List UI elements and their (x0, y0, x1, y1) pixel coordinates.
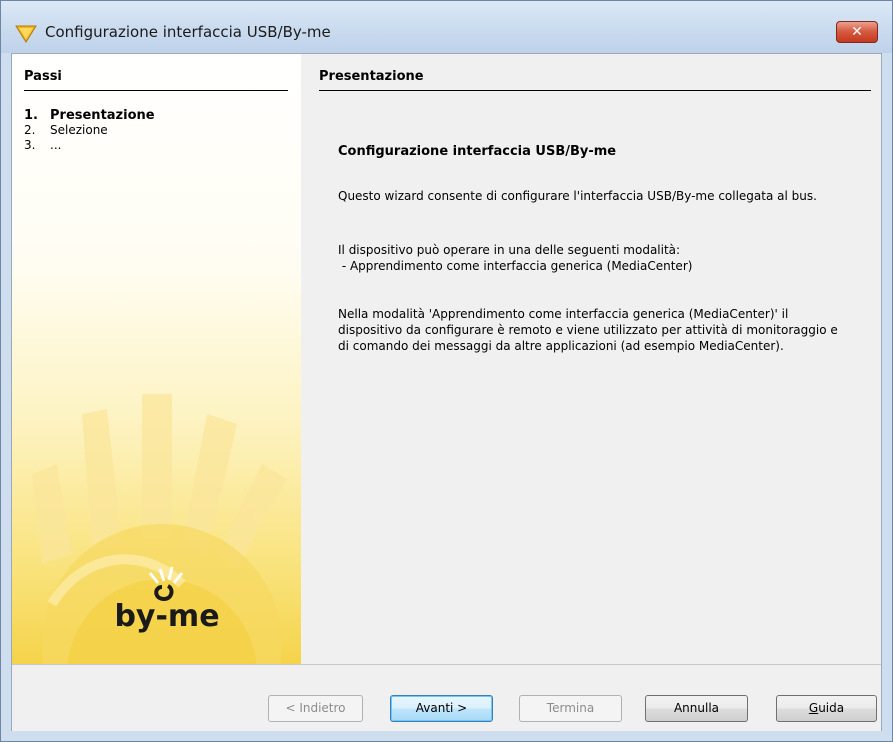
steps-sidebar: Passi 1. Presentazione 2. Selezione 3. .… (12, 54, 301, 664)
modes-intro-line: Il dispositivo può operare in una delle … (338, 243, 681, 257)
step-number: 1. (24, 108, 38, 123)
by-me-logo: by-me (102, 559, 232, 639)
step-label: Selezione (50, 123, 108, 137)
step-label: ... (50, 138, 62, 152)
app-icon (15, 25, 37, 43)
wizard-client-area: Passi 1. Presentazione 2. Selezione 3. .… (11, 53, 882, 731)
step-label: Presentazione (50, 108, 155, 123)
back-button[interactable]: < Indietro (268, 695, 363, 722)
next-button[interactable]: Avanti > (390, 695, 493, 722)
help-label-rest: uida (818, 701, 845, 715)
close-button[interactable]: ✕ (836, 21, 878, 43)
wizard-window: Configurazione interfaccia USB/By-me ✕ P… (0, 0, 893, 742)
close-icon: ✕ (851, 24, 863, 40)
window-title: Configurazione interfaccia USB/By-me (45, 23, 331, 41)
panel-heading: Presentazione (319, 69, 424, 84)
mode-description-paragraph: Nella modalità 'Apprendimento come inter… (338, 307, 838, 353)
mode-item: - Apprendimento come interfaccia generic… (338, 259, 693, 273)
steps-heading: Passi (24, 69, 62, 84)
help-button[interactable]: Guida (776, 695, 877, 722)
title-bar[interactable]: Configurazione interfaccia USB/By-me ✕ (1, 1, 892, 53)
step-number: 3. (24, 138, 36, 152)
steps-heading-divider (24, 90, 288, 91)
button-bar: < Indietro Avanti > Termina Annulla Guid… (12, 664, 881, 731)
logo-text: by-me (114, 599, 220, 634)
step-number: 2. (24, 123, 36, 137)
presentation-panel: Presentazione Configurazione interfaccia… (301, 54, 881, 664)
help-accelerator: G (808, 701, 819, 715)
modes-paragraph: Il dispositivo può operare in una delle … (338, 242, 838, 274)
panel-heading-divider (319, 90, 871, 91)
finish-button[interactable]: Termina (519, 695, 622, 722)
wizard-title: Configurazione interfaccia USB/By-me (338, 144, 617, 159)
cancel-button[interactable]: Annulla (645, 695, 748, 722)
intro-paragraph: Questo wizard consente di configurare l'… (338, 189, 817, 203)
